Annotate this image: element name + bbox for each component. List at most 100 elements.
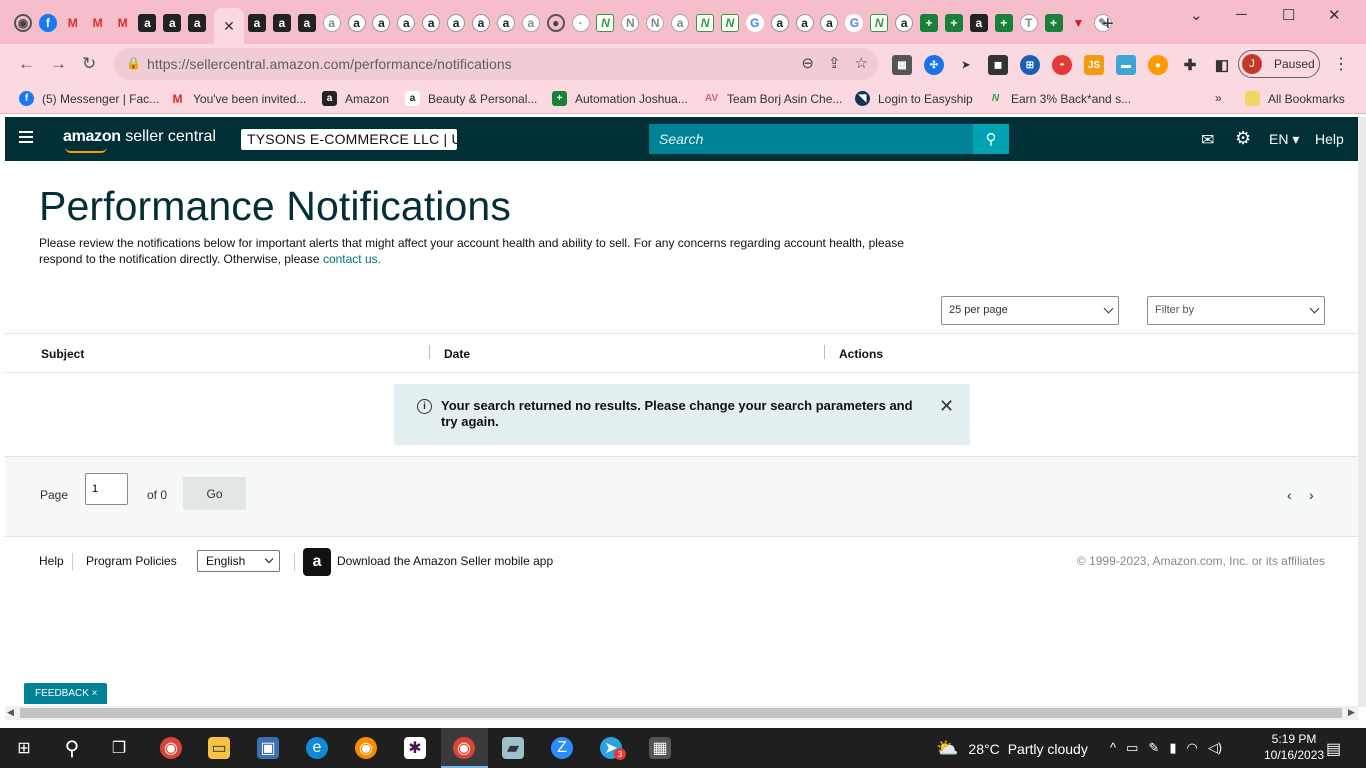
- amazon-tab-icon[interactable]: a: [163, 14, 182, 32]
- google-tab-icon[interactable]: G: [745, 14, 764, 32]
- contact-us-link[interactable]: contact us.: [323, 252, 381, 266]
- misc-tab-icon[interactable]: a: [521, 14, 540, 32]
- active-tab[interactable]: ✕: [214, 8, 244, 44]
- bookmark-easyship[interactable]: ◥ Login to Easyship: [855, 91, 973, 106]
- facebook-tab-icon[interactable]: f: [38, 14, 57, 32]
- forward-icon[interactable]: →: [50, 54, 67, 74]
- globe-tab-icon[interactable]: ●: [546, 14, 565, 32]
- amazon-tab-icon[interactable]: a: [188, 14, 207, 32]
- edge-icon[interactable]: e: [306, 737, 328, 759]
- vivaldi-tab-icon[interactable]: ▼: [1069, 14, 1087, 32]
- bookmark-messenger[interactable]: f (5) Messenger | Fac...: [19, 91, 159, 106]
- bookmark-team-borj[interactable]: AV Team Borj Asin Che...: [704, 91, 842, 106]
- lock-icon[interactable]: 🔒: [126, 56, 141, 70]
- tray-expand-icon[interactable]: ^: [1110, 740, 1116, 756]
- amazon-tab-icon[interactable]: a: [472, 14, 491, 32]
- vertical-scrollbar[interactable]: [1358, 117, 1366, 707]
- new-tab-button[interactable]: +: [1102, 13, 1114, 36]
- evergreen-tab-icon[interactable]: N: [696, 14, 715, 32]
- profile-button[interactable]: J Paused: [1238, 50, 1320, 78]
- minimize-icon[interactable]: ─: [1236, 6, 1247, 23]
- evergreen-tab-icon[interactable]: N: [870, 14, 889, 32]
- bookmark-star-icon[interactable]: ☆: [855, 54, 868, 72]
- amazon-tab-icon[interactable]: a: [969, 14, 988, 32]
- extension-off-icon[interactable]: ▦: [892, 55, 912, 75]
- browser-menu-icon[interactable]: ⋮: [1333, 54, 1349, 74]
- all-bookmarks[interactable]: All Bookmarks: [1245, 91, 1345, 106]
- pen-icon[interactable]: ✎: [1148, 740, 1159, 756]
- close-icon[interactable]: ✕: [939, 396, 954, 417]
- meet-icon[interactable]: ▭: [1126, 740, 1138, 756]
- mail-icon[interactable]: ✉: [1201, 130, 1214, 150]
- misc-tab-icon[interactable]: N: [646, 14, 665, 32]
- wifi-icon[interactable]: ◠: [1186, 740, 1197, 756]
- next-page-icon[interactable]: ›: [1309, 487, 1314, 503]
- amazon-tab-icon[interactable]: a: [447, 14, 466, 32]
- weather-widget[interactable]: ⛅ 28°C Partly cloudy: [936, 738, 1088, 759]
- extension-orange-icon[interactable]: ●: [1148, 55, 1168, 75]
- amazon-tab-icon[interactable]: a: [422, 14, 441, 32]
- evergreen-tab-icon[interactable]: N: [596, 14, 615, 32]
- misc-tab-icon[interactable]: a: [671, 14, 690, 32]
- amazon-tab-icon[interactable]: a: [496, 14, 515, 32]
- misc-tab-icon[interactable]: a: [322, 14, 341, 32]
- extension-cursor-icon[interactable]: ➤: [956, 55, 976, 75]
- bookmark-amazon[interactable]: a Amazon: [322, 91, 389, 106]
- share-icon[interactable]: ⇪: [828, 54, 841, 72]
- amazon-tab-icon[interactable]: a: [397, 14, 416, 32]
- vpn-icon[interactable]: ◉: [355, 737, 377, 759]
- prev-page-icon[interactable]: ‹: [1287, 487, 1292, 503]
- system-clock[interactable]: 5:19 PM 10/16/2023: [1264, 731, 1324, 763]
- page-number-input[interactable]: [85, 473, 128, 505]
- calculator-icon[interactable]: ▦: [649, 737, 671, 759]
- horizontal-scrollbar[interactable]: ◀ ▶: [5, 706, 1358, 720]
- url-text[interactable]: https://sellercentral.amazon.com/perform…: [147, 56, 512, 72]
- sheets-tab-icon[interactable]: +: [944, 14, 963, 32]
- window-close-icon[interactable]: ✕: [1328, 6, 1341, 24]
- tab-search-icon[interactable]: ⌄: [1190, 6, 1203, 24]
- column-subject[interactable]: Subject: [41, 347, 84, 361]
- extension-chart-icon[interactable]: ⊞: [1020, 55, 1040, 75]
- side-panel-icon[interactable]: ◧: [1212, 55, 1232, 75]
- sheets-tab-icon[interactable]: +: [994, 14, 1013, 32]
- bookmark-gmail[interactable]: M You've been invited...: [170, 91, 307, 106]
- volume-icon[interactable]: ◁): [1208, 740, 1222, 756]
- amazon-tab-icon[interactable]: a: [272, 14, 291, 32]
- amazon-tab-icon[interactable]: a: [770, 14, 789, 32]
- task-view-icon[interactable]: ❐: [108, 737, 130, 759]
- slack-icon[interactable]: ✱: [404, 737, 426, 759]
- extensions-puzzle-icon[interactable]: ✚: [1180, 55, 1200, 75]
- notifications-icon[interactable]: ▤: [1326, 739, 1341, 759]
- help-link[interactable]: Help: [1315, 131, 1344, 147]
- filter-select[interactable]: Filter by: [1147, 296, 1325, 325]
- windows-start-icon[interactable]: ⊞: [13, 737, 35, 759]
- hamburger-menu-icon[interactable]: [19, 131, 33, 143]
- feedback-button[interactable]: FEEDBACK ×: [24, 683, 107, 704]
- amazon-tab-icon[interactable]: a: [372, 14, 391, 32]
- fedex-tab-icon[interactable]: ·: [571, 14, 590, 32]
- download-app-link[interactable]: Download the Amazon Seller mobile app: [337, 554, 553, 568]
- search-input[interactable]: [649, 124, 973, 154]
- chrome-tab-icon[interactable]: ◉: [14, 14, 32, 32]
- extension-pokeball-icon[interactable]: ◓: [1052, 55, 1072, 75]
- back-icon[interactable]: ←: [18, 54, 35, 74]
- zoom-icon[interactable]: ⊖: [801, 54, 814, 72]
- footer-help-link[interactable]: Help: [39, 554, 64, 568]
- remote-desktop-icon[interactable]: ▣: [257, 737, 279, 759]
- reload-icon[interactable]: ↻: [82, 54, 96, 74]
- google-tab-icon[interactable]: G: [845, 14, 864, 32]
- amazon-app-icon[interactable]: a: [303, 548, 331, 576]
- notes-icon[interactable]: ▰: [502, 737, 524, 759]
- amazon-tab-icon[interactable]: a: [795, 14, 814, 32]
- column-actions[interactable]: Actions: [839, 347, 883, 361]
- evergreen-tab-icon[interactable]: N: [720, 14, 739, 32]
- footer-language-select[interactable]: English: [197, 550, 280, 572]
- gear-icon[interactable]: ⚙: [1235, 128, 1251, 149]
- extension-fba-icon[interactable]: ▬: [1116, 55, 1136, 75]
- per-page-select[interactable]: 25 per page: [941, 296, 1119, 325]
- tab-close-icon[interactable]: ✕: [223, 18, 235, 35]
- merchant-selector[interactable]: TYSONS E-COMMERCE LLC | U...: [241, 129, 457, 150]
- zoom-app-icon[interactable]: Z: [551, 737, 573, 759]
- gmail-tab-icon[interactable]: M: [89, 14, 107, 32]
- scroll-left-icon[interactable]: ◀: [7, 707, 14, 718]
